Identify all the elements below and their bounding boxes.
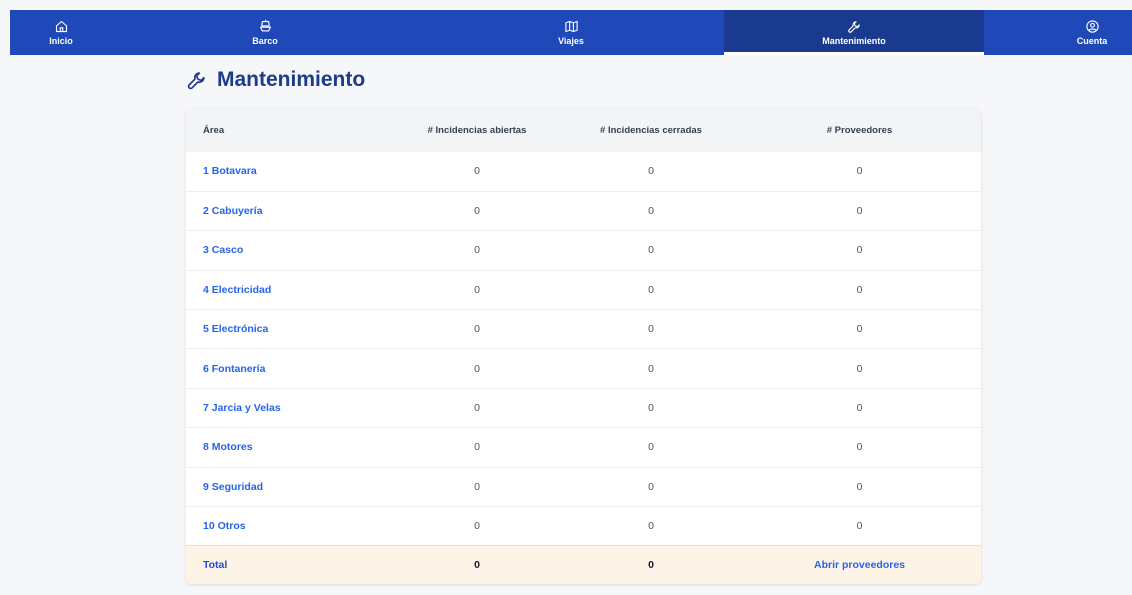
- nav-inicio-label: Inicio: [49, 36, 73, 46]
- cell-abiertas: 0: [474, 362, 480, 375]
- cell-proveedores: 0: [856, 362, 863, 375]
- wrench-icon: [187, 72, 205, 90]
- area-link[interactable]: 6 Fontanería: [186, 349, 390, 388]
- cell-proveedores: 0: [856, 520, 863, 533]
- cell-cerradas: 0: [648, 165, 654, 178]
- area-link[interactable]: 2 Cabuyería: [186, 191, 390, 230]
- table-row: 6 Fontanería 0 0 0: [186, 348, 981, 388]
- cell-proveedores: 0: [856, 480, 863, 493]
- page-title: Mantenimiento: [186, 66, 365, 94]
- cell-cerradas: 0: [648, 283, 654, 296]
- cell-cerradas: 0: [648, 244, 654, 257]
- boat-icon: [259, 19, 271, 32]
- table-row: 8 Motores 0 0 0: [186, 427, 981, 467]
- home-icon: [55, 20, 67, 33]
- cell-abiertas: 0: [474, 323, 480, 336]
- area-link[interactable]: 9 Seguridad: [186, 467, 390, 506]
- nav-mantenimiento[interactable]: Mantenimiento: [724, 10, 984, 55]
- wrench-icon: [847, 21, 860, 33]
- header-incidencias-abiertas: # Incidencias abiertas: [427, 124, 527, 136]
- cell-cerradas: 0: [648, 441, 654, 454]
- maintenance-table: Área # Incidencias abiertas # Incidencia…: [186, 108, 981, 584]
- table-header-row: Área # Incidencias abiertas # Incidencia…: [186, 108, 981, 152]
- cell-abiertas: 0: [474, 441, 480, 454]
- cell-cerradas: 0: [648, 362, 654, 375]
- cell-proveedores: 0: [856, 441, 863, 454]
- abrir-proveedores-link[interactable]: Abrir proveedores: [738, 546, 981, 584]
- nav-mantenimiento-label: Mantenimiento: [822, 36, 886, 46]
- area-link[interactable]: 3 Casco: [186, 231, 390, 270]
- total-abiertas: 0: [474, 559, 480, 572]
- maintenance-table-card: Área # Incidencias abiertas # Incidencia…: [186, 108, 981, 584]
- table-row: 2 Cabuyería 0 0 0: [186, 191, 981, 230]
- cell-abiertas: 0: [474, 244, 480, 257]
- cell-proveedores: 0: [856, 165, 863, 178]
- cell-proveedores: 0: [856, 244, 863, 257]
- total-cerradas: 0: [648, 559, 654, 572]
- user-circle-icon: [1085, 20, 1099, 33]
- table-row: 4 Electricidad 0 0 0: [186, 270, 981, 309]
- header-area: Área: [203, 124, 225, 136]
- area-link[interactable]: 7 Jarcia y Velas: [186, 388, 390, 427]
- table-row: 10 Otros 0 0 0: [186, 506, 981, 546]
- cell-abiertas: 0: [474, 165, 480, 178]
- table-row: 7 Jarcia y Velas 0 0 0: [186, 388, 981, 427]
- nav-cuenta[interactable]: Cuenta: [1052, 10, 1132, 55]
- map-icon: [564, 20, 578, 33]
- area-link[interactable]: 8 Motores: [186, 428, 390, 467]
- nav-viajes-label: Viajes: [558, 36, 584, 46]
- nav-barco-label: Barco: [252, 36, 278, 46]
- nav-barco[interactable]: Barco: [112, 10, 418, 55]
- table-row: 3 Casco 0 0 0: [186, 230, 981, 270]
- cell-abiertas: 0: [474, 480, 480, 493]
- cell-abiertas: 0: [474, 520, 480, 533]
- nav-inicio[interactable]: Inicio: [10, 10, 112, 55]
- cell-proveedores: 0: [856, 205, 863, 218]
- total-label: Total: [203, 559, 228, 572]
- area-link[interactable]: 5 Electrónica: [186, 310, 390, 349]
- cell-cerradas: 0: [648, 520, 654, 533]
- cell-proveedores: 0: [856, 283, 863, 296]
- nav-cuenta-label: Cuenta: [1076, 36, 1108, 46]
- cell-proveedores: 0: [856, 402, 863, 415]
- cell-cerradas: 0: [648, 402, 654, 415]
- header-incidencias-cerradas: # Incidencias cerradas: [600, 124, 702, 136]
- top-navigation: Inicio Barco Viajes Mantenimiento Cuenta: [10, 10, 1132, 55]
- table-footer-row: Total 0 0 Abrir proveedores: [186, 545, 981, 584]
- page-title-text: Mantenimiento: [217, 68, 366, 91]
- cell-proveedores: 0: [856, 323, 863, 336]
- table-row: 5 Electrónica 0 0 0: [186, 309, 981, 349]
- cell-cerradas: 0: [648, 205, 654, 218]
- area-link[interactable]: 10 Otros: [186, 507, 390, 546]
- table-row: 1 Botavara 0 0 0: [186, 152, 981, 191]
- table-row: 9 Seguridad 0 0 0: [186, 467, 981, 506]
- nav-viajes[interactable]: Viajes: [418, 10, 724, 55]
- cell-abiertas: 0: [474, 283, 480, 296]
- cell-cerradas: 0: [648, 323, 654, 336]
- cell-abiertas: 0: [474, 205, 480, 218]
- cell-cerradas: 0: [648, 480, 654, 493]
- header-proveedores: # Proveedores: [826, 124, 893, 136]
- cell-abiertas: 0: [474, 402, 480, 415]
- area-link[interactable]: 4 Electricidad: [186, 270, 390, 309]
- area-link[interactable]: 1 Botavara: [186, 152, 390, 191]
